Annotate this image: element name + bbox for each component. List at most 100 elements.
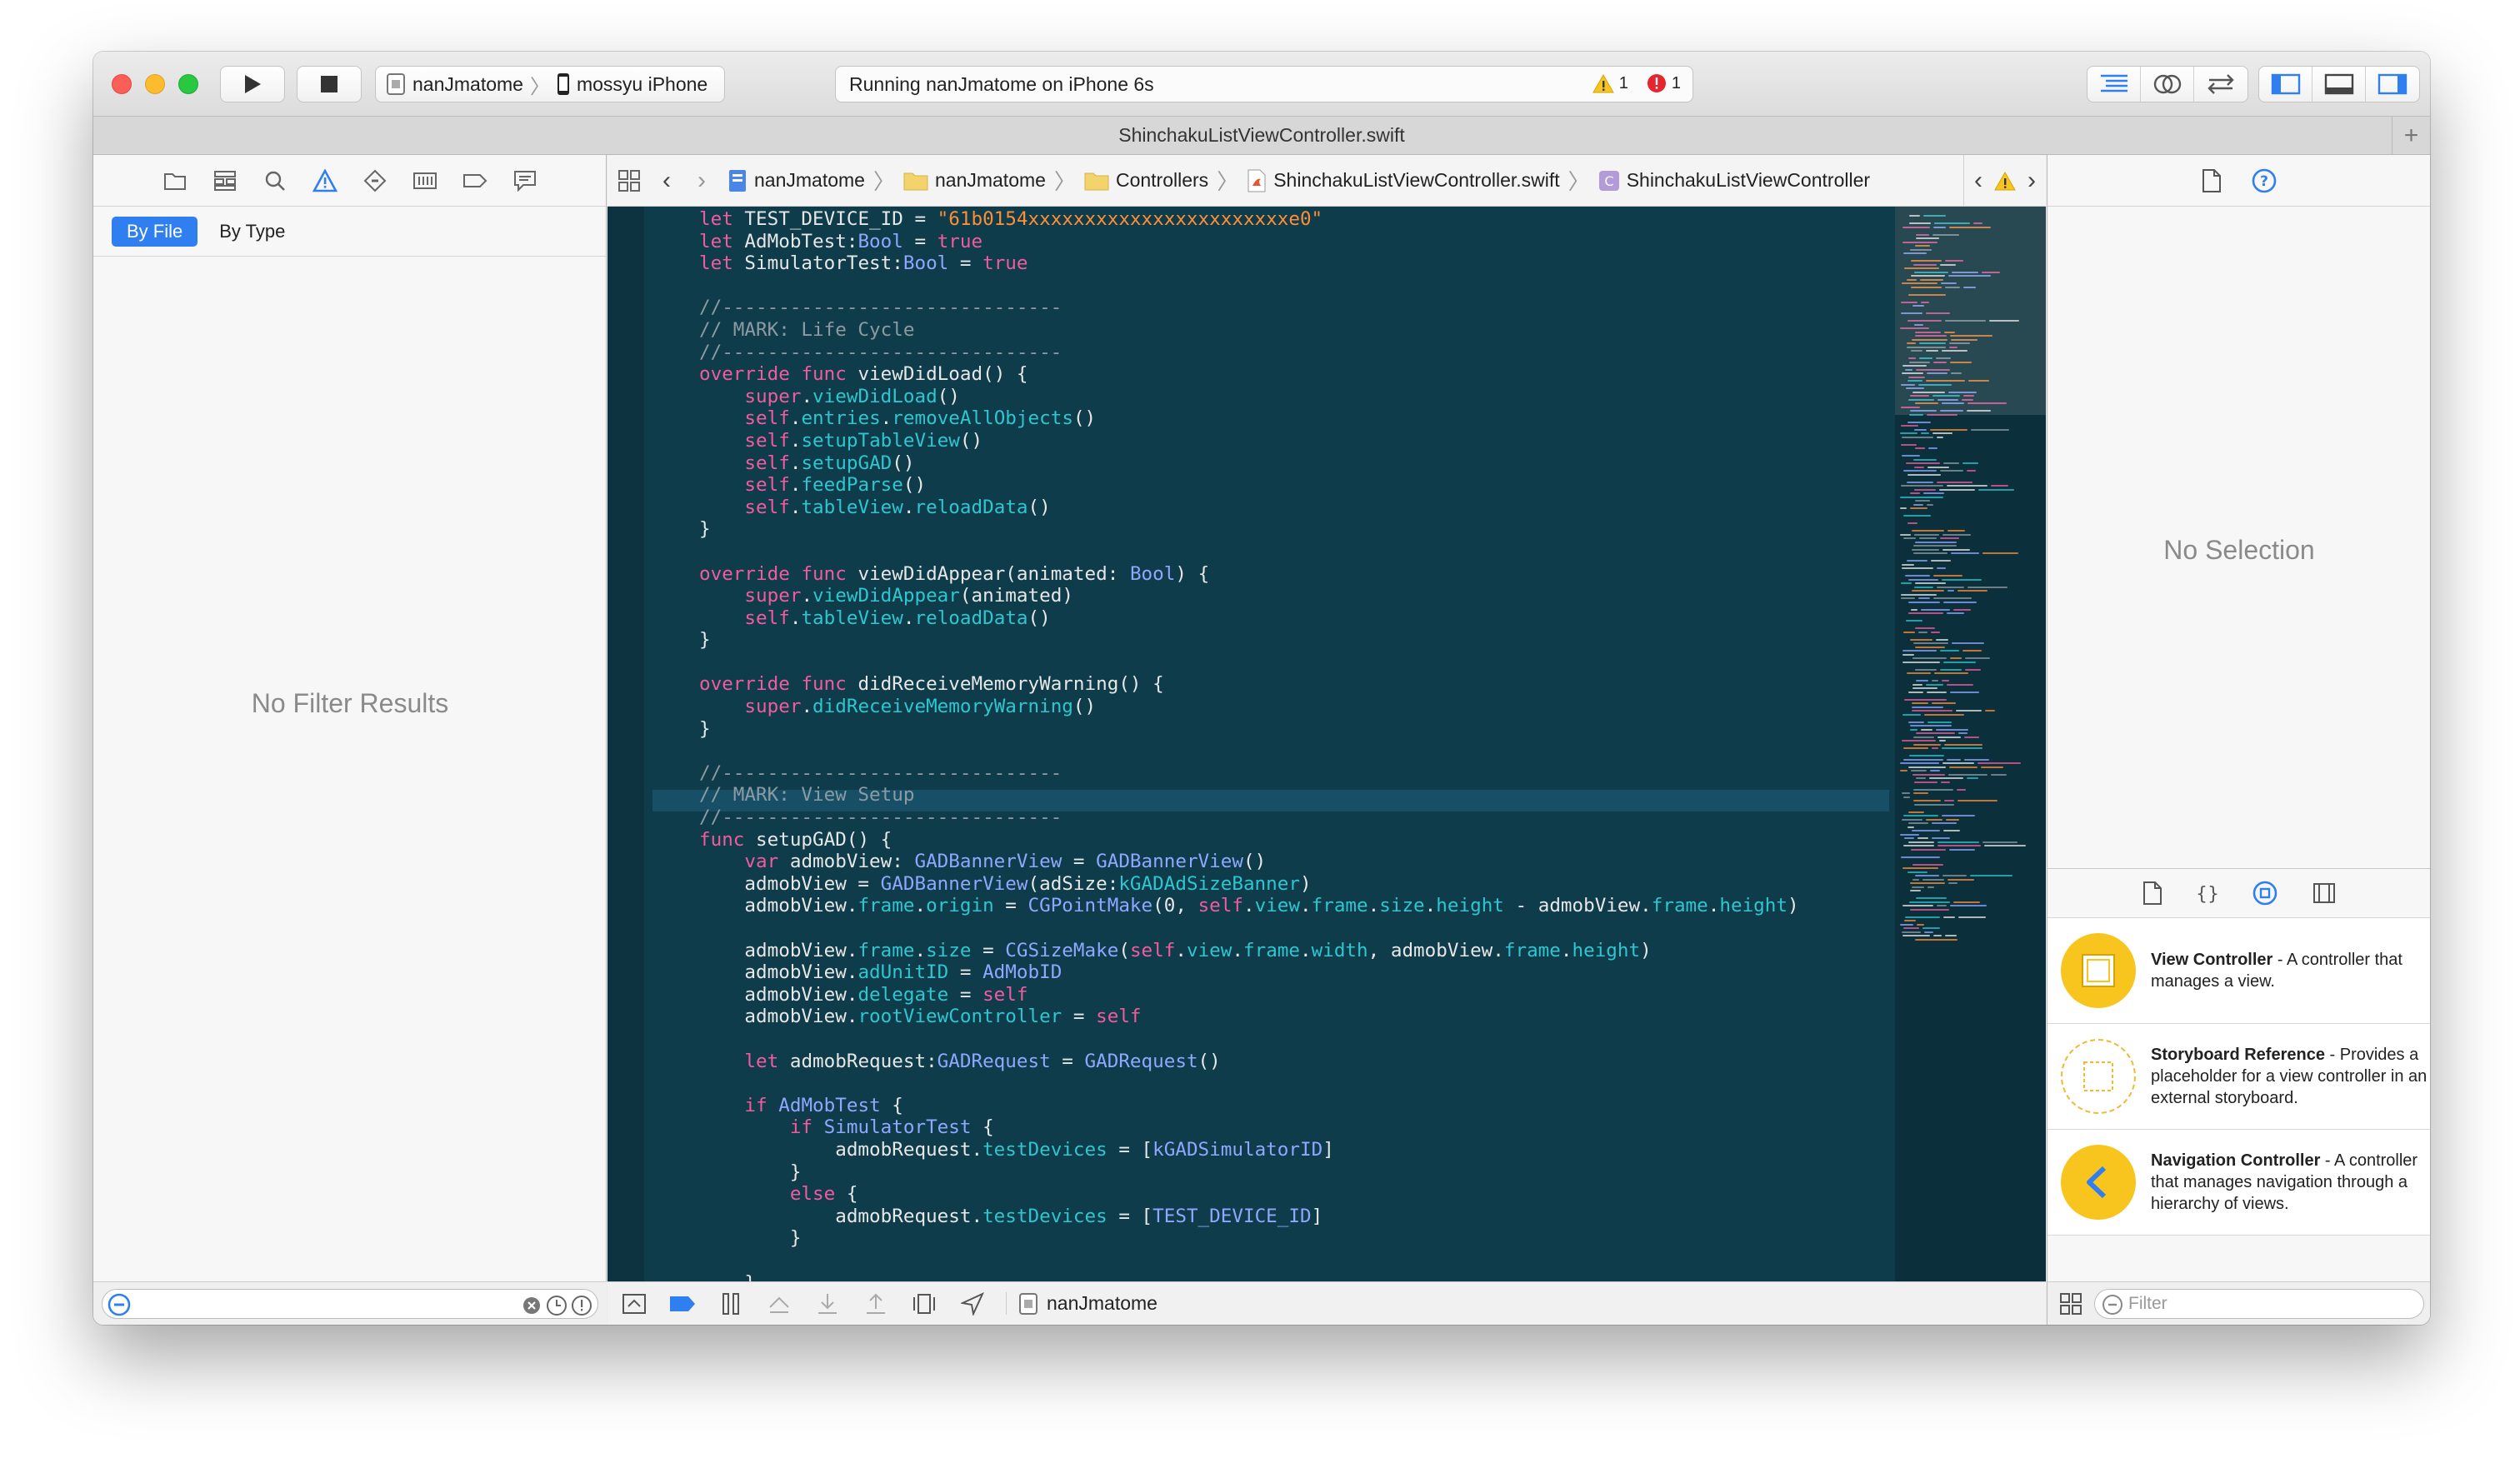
view-debugger-button[interactable] <box>909 1289 939 1319</box>
code-line[interactable]: admobRequest.testDevices = [kGADSimulato… <box>699 1139 1949 1161</box>
code-line[interactable]: } <box>699 1227 1949 1250</box>
code-line[interactable]: let TEST_DEVICE_ID = "61b0154xxxxxxxxxxx… <box>699 208 1949 231</box>
step-into-button[interactable] <box>812 1289 842 1319</box>
code-line[interactable]: super.didReceiveMemoryWarning() <box>699 696 1949 718</box>
code-line[interactable]: let admobRequest:GADRequest = GADRequest… <box>699 1051 1949 1073</box>
code-line[interactable]: var admobView: GADBannerView = GADBanner… <box>699 851 1949 873</box>
code-line[interactable]: } <box>699 518 1949 541</box>
code-line[interactable] <box>699 1072 1949 1095</box>
code-line[interactable]: if AdMobTest { <box>699 1095 1949 1117</box>
pause-button[interactable] <box>716 1289 746 1319</box>
code-line[interactable]: override func viewDidAppear(animated: Bo… <box>699 563 1949 586</box>
debug-navigator-button[interactable] <box>412 168 438 193</box>
code-line[interactable]: super.viewDidAppear(animated) <box>699 585 1949 607</box>
code-line[interactable] <box>699 1028 1949 1051</box>
forward-chevron-icon[interactable]: › <box>698 167 706 195</box>
breakpoint-navigator-button[interactable] <box>462 168 488 193</box>
standard-editor-button[interactable] <box>2088 67 2141 102</box>
code-line[interactable]: // MARK: Life Cycle <box>699 319 1949 342</box>
clear-filter-icon[interactable] <box>522 1296 541 1315</box>
code-line[interactable]: admobView.frame.origin = CGPointMake(0, … <box>699 895 1949 917</box>
version-editor-button[interactable] <box>2194 67 2248 102</box>
minimize-window-button[interactable] <box>145 74 165 94</box>
issue-navigator-button[interactable] <box>312 168 338 193</box>
code-line[interactable] <box>699 1250 1949 1272</box>
code-line[interactable] <box>699 652 1949 674</box>
code-line[interactable]: admobView.adUnitID = AdMobID <box>699 961 1949 984</box>
warning-badge[interactable]: 1 <box>1592 73 1628 93</box>
code-line[interactable] <box>699 740 1949 762</box>
new-tab-button[interactable]: + <box>2392 117 2430 155</box>
scheme-selector[interactable]: nanJmatome 〉 mossyu iPhone <box>375 66 725 102</box>
code-text[interactable]: let TEST_DEVICE_ID = "61b0154xxxxxxxxxxx… <box>699 208 1949 1281</box>
test-navigator-button[interactable] <box>362 168 388 193</box>
code-line[interactable]: } <box>699 718 1949 741</box>
code-snippet-icon[interactable]: {} <box>2198 881 2218 905</box>
line-gutter[interactable] <box>608 207 644 1281</box>
code-line[interactable]: //------------------------------ <box>699 297 1949 319</box>
jump-group[interactable]: nanJmatome <box>903 169 1046 192</box>
code-line[interactable]: //------------------------------ <box>699 806 1949 829</box>
quick-help-icon[interactable]: ? <box>2252 168 2277 193</box>
stop-button[interactable] <box>297 66 362 102</box>
hide-debug-area-button[interactable] <box>619 1289 649 1319</box>
code-line[interactable]: func setupGAD() { <box>699 829 1949 851</box>
code-line[interactable]: //------------------------------ <box>699 342 1949 364</box>
code-line[interactable]: } <box>699 1161 1949 1184</box>
code-line[interactable] <box>699 917 1949 940</box>
media-library-icon[interactable] <box>2312 882 2336 904</box>
library-item-view-controller[interactable]: View Controller - A controller that mana… <box>2048 918 2430 1024</box>
assistant-editor-button[interactable] <box>2141 67 2194 102</box>
file-template-icon[interactable] <box>2142 881 2162 905</box>
next-issue-icon[interactable]: › <box>2028 167 2036 195</box>
code-line[interactable]: admobRequest.testDevices = [TEST_DEVICE_… <box>699 1206 1949 1228</box>
close-window-button[interactable] <box>112 74 132 94</box>
library-item-navigation-controller[interactable]: Navigation Controller - A controller tha… <box>2048 1130 2430 1236</box>
code-line[interactable]: super.viewDidLoad() <box>699 386 1949 408</box>
zoom-window-button[interactable] <box>178 74 198 94</box>
file-inspector-icon[interactable] <box>2202 168 2222 192</box>
code-line[interactable]: // MARK: View Setup <box>699 784 1949 806</box>
project-navigator-button[interactable] <box>162 168 188 193</box>
code-line[interactable] <box>699 541 1949 563</box>
back-chevron-icon[interactable]: ‹ <box>662 167 671 195</box>
code-line[interactable]: let SimulatorTest:Bool = true <box>699 252 1949 275</box>
code-line[interactable]: if SimulatorTest { <box>699 1116 1949 1139</box>
code-line[interactable]: override func viewDidLoad() { <box>699 363 1949 386</box>
toggle-navigator-button[interactable] <box>2259 67 2312 102</box>
recent-clock-icon[interactable] <box>546 1295 568 1316</box>
code-line[interactable]: } <box>699 629 1949 652</box>
toggle-utilities-button[interactable] <box>2366 67 2419 102</box>
navigator-filter-input[interactable] <box>102 1289 598 1319</box>
error-badge[interactable]: 1 <box>1647 73 1681 93</box>
code-line[interactable]: self.tableView.reloadData() <box>699 607 1949 630</box>
code-line[interactable]: self.setupTableView() <box>699 430 1949 452</box>
minimap-visible-region[interactable] <box>1895 207 2046 415</box>
previous-issue-icon[interactable]: ‹ <box>1974 167 1982 195</box>
find-navigator-button[interactable] <box>262 168 288 193</box>
debug-target[interactable]: nanJmatome <box>1006 1292 1158 1315</box>
code-line[interactable]: admobView.frame.size = CGSizeMake(self.v… <box>699 940 1949 962</box>
object-library-icon[interactable] <box>2252 881 2278 906</box>
code-line[interactable]: let AdMobTest:Bool = true <box>699 231 1949 253</box>
show-only-errors-icon[interactable] <box>571 1295 592 1316</box>
jump-project[interactable]: nanJmatome <box>728 169 865 192</box>
grid-view-icon[interactable] <box>2059 1292 2082 1316</box>
breakpoints-toggle-button[interactable] <box>668 1289 698 1319</box>
code-line[interactable]: override func didReceiveMemoryWarning() … <box>699 673 1949 696</box>
scope-by-type[interactable]: By Type <box>219 221 285 242</box>
symbol-navigator-button[interactable] <box>212 168 238 193</box>
code-line[interactable]: //------------------------------ <box>699 762 1949 785</box>
toggle-debug-area-button[interactable] <box>2312 67 2366 102</box>
code-line[interactable]: self.feedParse() <box>699 474 1949 497</box>
library-filter-input[interactable]: Filter <box>2094 1289 2424 1319</box>
run-button[interactable] <box>220 66 285 102</box>
jump-file[interactable]: ShinchakuListViewController.swift <box>1247 169 1560 192</box>
code-line[interactable]: self.tableView.reloadData() <box>699 497 1949 519</box>
code-line[interactable] <box>699 275 1949 297</box>
code-line[interactable]: admobView.delegate = self <box>699 984 1949 1006</box>
report-navigator-button[interactable] <box>512 168 538 193</box>
library-item-storyboard-reference[interactable]: Storyboard Reference - Provides a placeh… <box>2048 1024 2430 1130</box>
code-line[interactable]: admobView = GADBannerView(adSize:kGADAdS… <box>699 873 1949 896</box>
code-line[interactable]: self.entries.removeAllObjects() <box>699 407 1949 430</box>
